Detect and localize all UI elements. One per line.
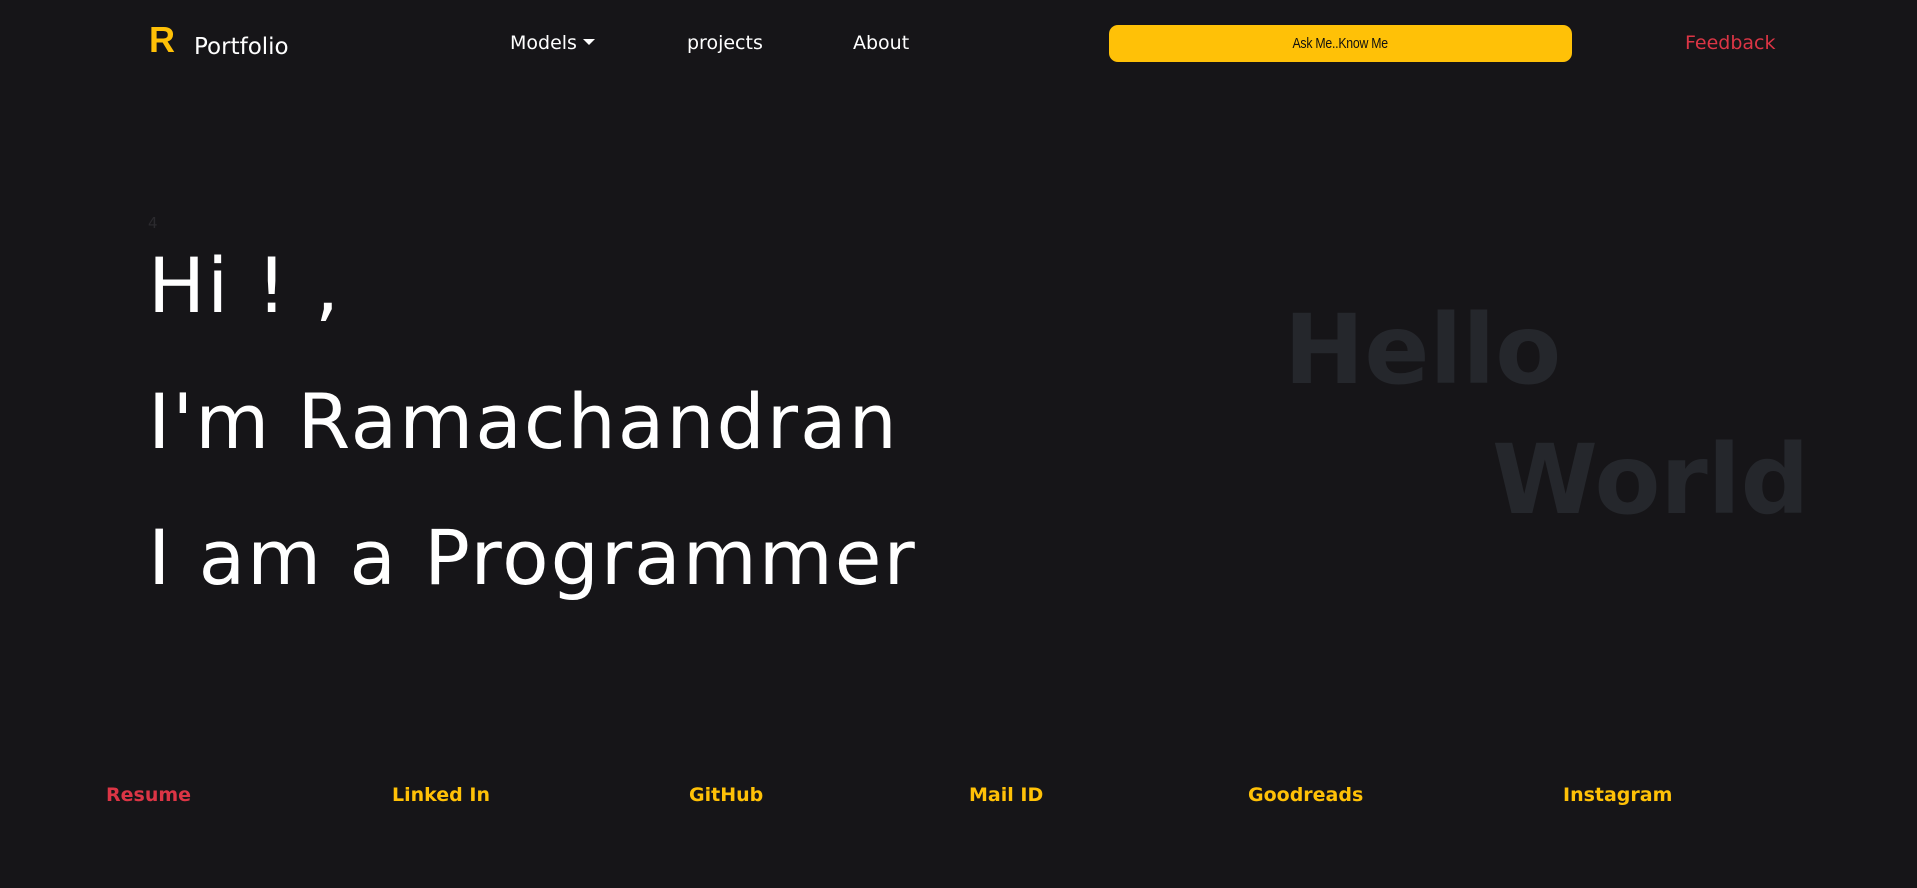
ask-me-button-label: Ask Me..Know Me <box>1292 35 1389 52</box>
brand-logo[interactable]: R <box>149 22 175 58</box>
github-link[interactable]: GitHub <box>689 786 763 805</box>
hero-greeting: Hi ! , <box>148 241 342 330</box>
small-counter: 4 <box>148 214 158 232</box>
ask-me-button[interactable]: Ask Me..Know Me <box>1109 25 1572 62</box>
page: R Portfolio Models projects About Ask Me… <box>0 0 1917 888</box>
models-label: Models <box>510 32 577 54</box>
background-world-text: World <box>1492 424 1810 536</box>
mail-id-link[interactable]: Mail ID <box>969 786 1043 805</box>
goodreads-link[interactable]: Goodreads <box>1248 786 1363 805</box>
linkedin-link[interactable]: Linked In <box>392 786 490 805</box>
background-hello-text: Hello <box>1284 294 1562 406</box>
instagram-link[interactable]: Instagram <box>1563 786 1672 805</box>
nav-projects-link[interactable]: projects <box>687 34 763 53</box>
brand-name[interactable]: Portfolio <box>194 36 289 59</box>
feedback-link[interactable]: Feedback <box>1685 34 1775 53</box>
hero-role: I am a Programmer <box>148 513 917 602</box>
models-dropdown[interactable]: Models <box>510 34 595 53</box>
caret-down-icon <box>582 39 595 45</box>
resume-link[interactable]: Resume <box>106 786 191 805</box>
hero-name: I'm Ramachandran <box>148 377 899 466</box>
nav-about-link[interactable]: About <box>853 34 909 53</box>
